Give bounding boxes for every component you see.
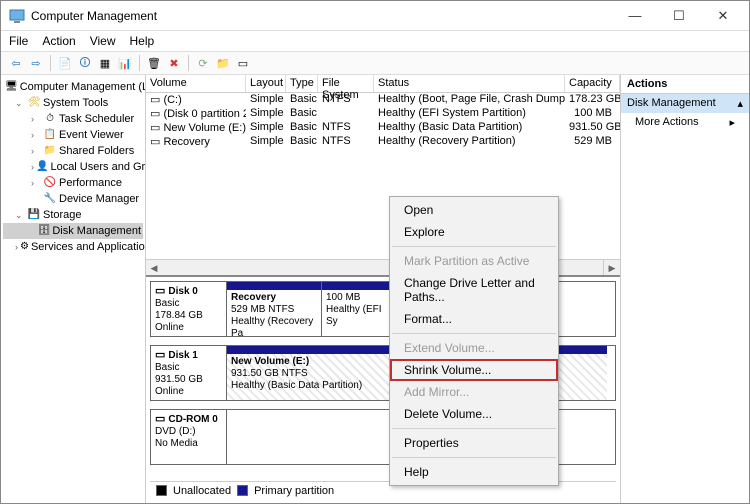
delete-icon[interactable]: ✖ — [165, 54, 183, 72]
legend-swatch-unallocated — [156, 485, 167, 496]
toolbar-icon[interactable]: ▦ — [96, 54, 114, 72]
tree-event-viewer[interactable]: ›📋Event Viewer — [3, 127, 143, 143]
tree-shared-folders[interactable]: ›📁Shared Folders — [3, 143, 143, 159]
partition[interactable]: Recovery529 MB NTFSHealthy (Recovery Pa — [227, 282, 322, 336]
ctx-open[interactable]: Open — [390, 199, 558, 221]
volume-row[interactable]: ▭ (C:)SimpleBasicNTFSHealthy (Boot, Page… — [146, 93, 620, 107]
scroll-right-icon[interactable]: ▶ — [604, 260, 620, 276]
ctx-help[interactable]: Help — [390, 461, 558, 483]
titlebar: Computer Management — ☐ ✕ — [1, 1, 749, 31]
minimize-button[interactable]: — — [617, 4, 653, 28]
nav-tree: 🖥Computer Management (Local) ⌄🛠System To… — [1, 75, 146, 503]
disk-info[interactable]: ▭CD-ROM 0DVD (D:)No Media — [151, 410, 227, 464]
actions-header: Actions — [621, 75, 749, 94]
actions-panel: Actions Disk Management▴ More Actions▸ — [621, 75, 749, 503]
col-capacity[interactable]: Capacity — [565, 75, 620, 92]
col-type[interactable]: Type — [286, 75, 318, 92]
forward-icon[interactable]: ⇨ — [27, 54, 45, 72]
tree-storage[interactable]: ⌄💾Storage — [3, 207, 143, 223]
ctx-mark-active: Mark Partition as Active — [390, 250, 558, 272]
menu-action[interactable]: Action — [42, 34, 75, 48]
tree-task-scheduler[interactable]: ›⏱Task Scheduler — [3, 111, 143, 127]
app-window: Computer Management — ☐ ✕ File Action Vi… — [0, 0, 750, 504]
ctx-explore[interactable]: Explore — [390, 221, 558, 243]
menu-file[interactable]: File — [9, 34, 28, 48]
ctx-properties[interactable]: Properties — [390, 432, 558, 454]
legend-unallocated: Unallocated — [173, 485, 231, 497]
tree-local-users[interactable]: ›👤Local Users and Groups — [3, 159, 143, 175]
window-title: Computer Management — [31, 9, 617, 23]
toolbar-icon[interactable]: ⟳ — [194, 54, 212, 72]
ctx-extend-volume: Extend Volume... — [390, 337, 558, 359]
collapse-icon: ▴ — [737, 97, 743, 110]
volume-row[interactable]: ▭ New Volume (E:)SimpleBasicNTFSHealthy … — [146, 121, 620, 135]
volume-row[interactable]: ▭ RecoverySimpleBasicNTFSHealthy (Recove… — [146, 135, 620, 149]
ctx-add-mirror: Add Mirror... — [390, 381, 558, 403]
toolbar-icon[interactable]: 📄 — [56, 54, 74, 72]
maximize-button[interactable]: ☐ — [661, 4, 697, 28]
tree-services-apps[interactable]: ›⚙Services and Applications — [3, 239, 143, 255]
menu-help[interactable]: Help — [130, 34, 155, 48]
tree-root[interactable]: 🖥Computer Management (Local) — [3, 79, 143, 95]
col-layout[interactable]: Layout — [246, 75, 286, 92]
tree-system-tools[interactable]: ⌄🛠System Tools — [3, 95, 143, 111]
col-status[interactable]: Status — [374, 75, 565, 92]
ctx-shrink-volume[interactable]: Shrink Volume... — [390, 359, 558, 381]
context-menu: Open Explore Mark Partition as Active Ch… — [389, 196, 559, 486]
back-icon[interactable]: ⇦ — [7, 54, 25, 72]
disk-info[interactable]: ▭Disk 0Basic178.84 GBOnline — [151, 282, 227, 336]
toolbar: ⇦ ⇨ 📄 🛈 ▦ 📊 🗑 ✖ ⟳ 📁 ▭ — [1, 51, 749, 75]
ctx-change-letter[interactable]: Change Drive Letter and Paths... — [390, 272, 558, 308]
col-volume[interactable]: Volume — [146, 75, 246, 92]
app-icon — [9, 8, 25, 24]
ctx-format[interactable]: Format... — [390, 308, 558, 330]
toolbar-icon[interactable]: ▭ — [234, 54, 252, 72]
tree-disk-management[interactable]: 🗄Disk Management — [3, 223, 143, 239]
toolbar-icon[interactable]: 🛈 — [76, 54, 94, 72]
ctx-delete-volume[interactable]: Delete Volume... — [390, 403, 558, 425]
toolbar-icon[interactable]: 📁 — [214, 54, 232, 72]
menu-view[interactable]: View — [90, 34, 116, 48]
actions-more[interactable]: More Actions▸ — [621, 113, 749, 132]
chevron-right-icon: ▸ — [729, 116, 735, 129]
volume-list-header: Volume Layout Type File System Status Ca… — [146, 75, 620, 93]
toolbar-icon[interactable]: 📊 — [116, 54, 134, 72]
legend-primary: Primary partition — [254, 485, 334, 497]
legend-swatch-primary — [237, 485, 248, 496]
scroll-left-icon[interactable]: ◀ — [146, 260, 162, 276]
toolbar-icon[interactable]: 🗑 — [145, 54, 163, 72]
tree-device-manager[interactable]: 🔧Device Manager — [3, 191, 143, 207]
partition[interactable]: 100 MBHealthy (EFI Sy — [322, 282, 397, 336]
col-filesystem[interactable]: File System — [318, 75, 374, 92]
actions-section[interactable]: Disk Management▴ — [621, 94, 749, 113]
close-button[interactable]: ✕ — [705, 4, 741, 28]
disk-info[interactable]: ▭Disk 1Basic931.50 GBOnline — [151, 346, 227, 400]
tree-performance[interactable]: ›🚫Performance — [3, 175, 143, 191]
menubar: File Action View Help — [1, 31, 749, 51]
volume-row[interactable]: ▭ (Disk 0 partition 2)SimpleBasicHealthy… — [146, 107, 620, 121]
